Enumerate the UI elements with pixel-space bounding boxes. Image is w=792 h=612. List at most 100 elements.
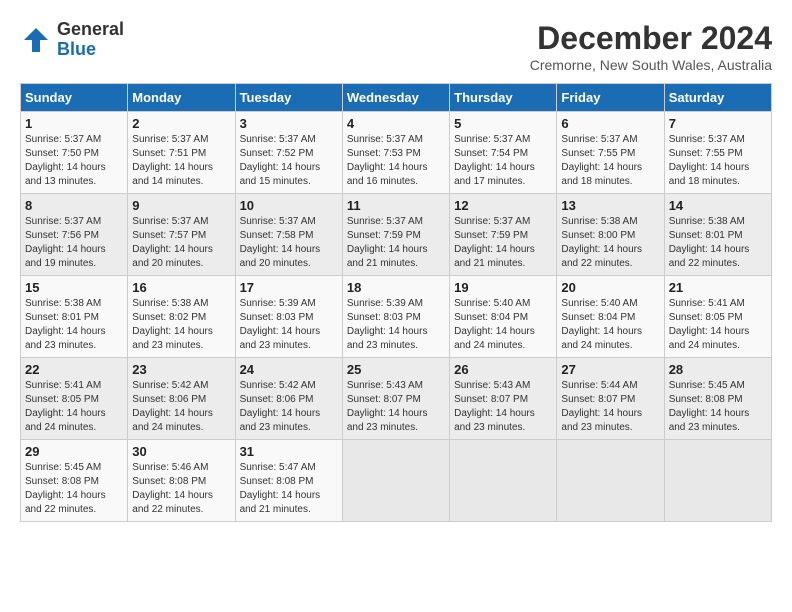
logo-text: General Blue [57, 20, 124, 60]
col-header-wednesday: Wednesday [342, 84, 449, 112]
day-info: Sunrise: 5:37 AMSunset: 7:52 PMDaylight:… [240, 133, 338, 189]
calendar-cell: 17 Sunrise: 5:39 AMSunset: 8:03 PMDaylig… [235, 276, 342, 358]
day-info: Sunrise: 5:43 AMSunset: 8:07 PMDaylight:… [347, 379, 445, 435]
day-info: Sunrise: 5:39 AMSunset: 8:03 PMDaylight:… [240, 297, 338, 353]
calendar-cell: 7 Sunrise: 5:37 AMSunset: 7:55 PMDayligh… [664, 112, 771, 194]
calendar-cell: 11 Sunrise: 5:37 AMSunset: 7:59 PMDaylig… [342, 194, 449, 276]
day-number: 13 [561, 198, 659, 213]
day-number: 1 [25, 116, 123, 131]
logo-icon [20, 24, 52, 56]
calendar-row: 29 Sunrise: 5:45 AMSunset: 8:08 PMDaylig… [21, 440, 772, 522]
calendar-cell: 30 Sunrise: 5:46 AMSunset: 8:08 PMDaylig… [128, 440, 235, 522]
calendar-cell [557, 440, 664, 522]
day-info: Sunrise: 5:37 AMSunset: 7:55 PMDaylight:… [561, 133, 659, 189]
day-number: 25 [347, 362, 445, 377]
day-number: 26 [454, 362, 552, 377]
logo-line2: Blue [57, 40, 124, 60]
day-number: 31 [240, 444, 338, 459]
day-info: Sunrise: 5:38 AMSunset: 8:01 PMDaylight:… [669, 215, 767, 271]
calendar-cell: 24 Sunrise: 5:42 AMSunset: 8:06 PMDaylig… [235, 358, 342, 440]
calendar-cell: 10 Sunrise: 5:37 AMSunset: 7:58 PMDaylig… [235, 194, 342, 276]
calendar-cell: 13 Sunrise: 5:38 AMSunset: 8:00 PMDaylig… [557, 194, 664, 276]
calendar-cell [342, 440, 449, 522]
day-number: 28 [669, 362, 767, 377]
calendar-subtitle: Cremorne, New South Wales, Australia [530, 57, 772, 73]
day-number: 20 [561, 280, 659, 295]
calendar-cell: 6 Sunrise: 5:37 AMSunset: 7:55 PMDayligh… [557, 112, 664, 194]
col-header-sunday: Sunday [21, 84, 128, 112]
calendar-cell: 19 Sunrise: 5:40 AMSunset: 8:04 PMDaylig… [450, 276, 557, 358]
calendar-cell: 8 Sunrise: 5:37 AMSunset: 7:56 PMDayligh… [21, 194, 128, 276]
day-info: Sunrise: 5:37 AMSunset: 7:54 PMDaylight:… [454, 133, 552, 189]
day-number: 22 [25, 362, 123, 377]
calendar-cell: 20 Sunrise: 5:40 AMSunset: 8:04 PMDaylig… [557, 276, 664, 358]
day-info: Sunrise: 5:42 AMSunset: 8:06 PMDaylight:… [132, 379, 230, 435]
day-info: Sunrise: 5:37 AMSunset: 7:50 PMDaylight:… [25, 133, 123, 189]
calendar-cell [450, 440, 557, 522]
day-info: Sunrise: 5:37 AMSunset: 7:53 PMDaylight:… [347, 133, 445, 189]
day-info: Sunrise: 5:40 AMSunset: 8:04 PMDaylight:… [454, 297, 552, 353]
day-number: 9 [132, 198, 230, 213]
calendar-cell: 25 Sunrise: 5:43 AMSunset: 8:07 PMDaylig… [342, 358, 449, 440]
day-info: Sunrise: 5:46 AMSunset: 8:08 PMDaylight:… [132, 461, 230, 517]
day-number: 17 [240, 280, 338, 295]
calendar-cell: 31 Sunrise: 5:47 AMSunset: 8:08 PMDaylig… [235, 440, 342, 522]
day-info: Sunrise: 5:44 AMSunset: 8:07 PMDaylight:… [561, 379, 659, 435]
day-number: 19 [454, 280, 552, 295]
title-section: December 2024 Cremorne, New South Wales,… [530, 20, 772, 73]
calendar-cell: 29 Sunrise: 5:45 AMSunset: 8:08 PMDaylig… [21, 440, 128, 522]
day-info: Sunrise: 5:39 AMSunset: 8:03 PMDaylight:… [347, 297, 445, 353]
calendar-cell: 16 Sunrise: 5:38 AMSunset: 8:02 PMDaylig… [128, 276, 235, 358]
calendar-cell: 1 Sunrise: 5:37 AMSunset: 7:50 PMDayligh… [21, 112, 128, 194]
calendar-cell: 22 Sunrise: 5:41 AMSunset: 8:05 PMDaylig… [21, 358, 128, 440]
page-header: General Blue December 2024 Cremorne, New… [20, 20, 772, 73]
calendar-cell: 21 Sunrise: 5:41 AMSunset: 8:05 PMDaylig… [664, 276, 771, 358]
calendar-title: December 2024 [530, 20, 772, 57]
day-number: 18 [347, 280, 445, 295]
calendar-cell: 18 Sunrise: 5:39 AMSunset: 8:03 PMDaylig… [342, 276, 449, 358]
calendar-cell: 9 Sunrise: 5:37 AMSunset: 7:57 PMDayligh… [128, 194, 235, 276]
calendar-cell [664, 440, 771, 522]
calendar-cell: 3 Sunrise: 5:37 AMSunset: 7:52 PMDayligh… [235, 112, 342, 194]
day-info: Sunrise: 5:41 AMSunset: 8:05 PMDaylight:… [669, 297, 767, 353]
day-info: Sunrise: 5:38 AMSunset: 8:01 PMDaylight:… [25, 297, 123, 353]
col-header-saturday: Saturday [664, 84, 771, 112]
day-info: Sunrise: 5:38 AMSunset: 8:02 PMDaylight:… [132, 297, 230, 353]
day-number: 6 [561, 116, 659, 131]
calendar-cell: 15 Sunrise: 5:38 AMSunset: 8:01 PMDaylig… [21, 276, 128, 358]
calendar-table: SundayMondayTuesdayWednesdayThursdayFrid… [20, 83, 772, 522]
logo: General Blue [20, 20, 124, 60]
day-info: Sunrise: 5:37 AMSunset: 7:59 PMDaylight:… [454, 215, 552, 271]
day-info: Sunrise: 5:37 AMSunset: 7:59 PMDaylight:… [347, 215, 445, 271]
col-header-monday: Monday [128, 84, 235, 112]
day-info: Sunrise: 5:37 AMSunset: 7:55 PMDaylight:… [669, 133, 767, 189]
day-info: Sunrise: 5:37 AMSunset: 7:51 PMDaylight:… [132, 133, 230, 189]
day-info: Sunrise: 5:37 AMSunset: 7:57 PMDaylight:… [132, 215, 230, 271]
col-header-tuesday: Tuesday [235, 84, 342, 112]
day-number: 23 [132, 362, 230, 377]
header-row: SundayMondayTuesdayWednesdayThursdayFrid… [21, 84, 772, 112]
day-number: 15 [25, 280, 123, 295]
day-number: 14 [669, 198, 767, 213]
calendar-cell: 27 Sunrise: 5:44 AMSunset: 8:07 PMDaylig… [557, 358, 664, 440]
day-number: 4 [347, 116, 445, 131]
day-info: Sunrise: 5:43 AMSunset: 8:07 PMDaylight:… [454, 379, 552, 435]
day-info: Sunrise: 5:37 AMSunset: 7:58 PMDaylight:… [240, 215, 338, 271]
calendar-cell: 14 Sunrise: 5:38 AMSunset: 8:01 PMDaylig… [664, 194, 771, 276]
day-number: 21 [669, 280, 767, 295]
day-number: 27 [561, 362, 659, 377]
day-number: 16 [132, 280, 230, 295]
calendar-row: 22 Sunrise: 5:41 AMSunset: 8:05 PMDaylig… [21, 358, 772, 440]
calendar-cell: 28 Sunrise: 5:45 AMSunset: 8:08 PMDaylig… [664, 358, 771, 440]
day-number: 2 [132, 116, 230, 131]
day-number: 24 [240, 362, 338, 377]
day-number: 30 [132, 444, 230, 459]
day-number: 10 [240, 198, 338, 213]
calendar-row: 1 Sunrise: 5:37 AMSunset: 7:50 PMDayligh… [21, 112, 772, 194]
day-info: Sunrise: 5:42 AMSunset: 8:06 PMDaylight:… [240, 379, 338, 435]
logo-line1: General [57, 20, 124, 40]
calendar-cell: 4 Sunrise: 5:37 AMSunset: 7:53 PMDayligh… [342, 112, 449, 194]
day-info: Sunrise: 5:37 AMSunset: 7:56 PMDaylight:… [25, 215, 123, 271]
calendar-row: 15 Sunrise: 5:38 AMSunset: 8:01 PMDaylig… [21, 276, 772, 358]
day-info: Sunrise: 5:40 AMSunset: 8:04 PMDaylight:… [561, 297, 659, 353]
